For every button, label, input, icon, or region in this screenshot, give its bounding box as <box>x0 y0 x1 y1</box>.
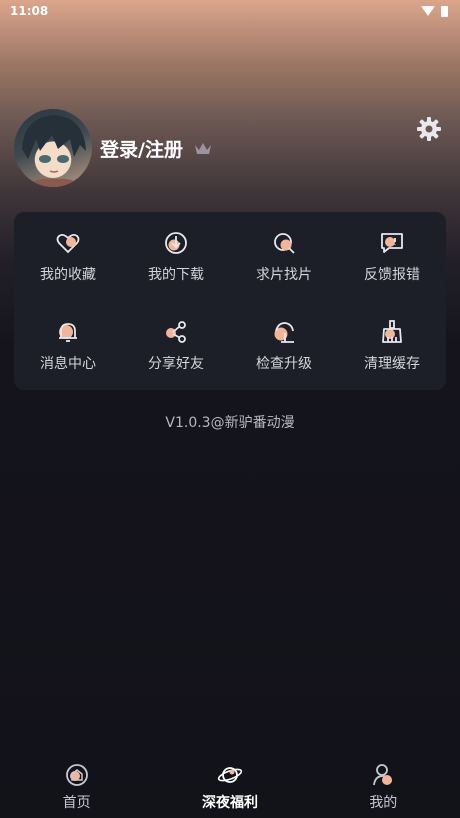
search-film-icon <box>274 232 295 254</box>
menu-label: 清理缓存 <box>364 355 420 372</box>
profile-icon <box>373 764 393 786</box>
download-icon <box>165 231 187 254</box>
home-icon <box>65 764 88 786</box>
menu-label: 检查升级 <box>256 355 312 372</box>
version-text: V1.0.3@新驴番动漫 <box>165 415 295 431</box>
nav-label-late-night: 深夜福利 <box>201 795 258 811</box>
menu-item-share[interactable]: 分享好友 <box>122 301 230 390</box>
menu-label: 求片找片 <box>256 266 312 283</box>
crown-icon <box>194 143 211 154</box>
menu-item-feedback[interactable]: 反馈报错 <box>338 212 446 301</box>
status-bar: 11:08 <box>0 0 460 22</box>
nav-label-mine: 我的 <box>369 795 398 811</box>
menu-item-request-film[interactable]: 求片找片 <box>230 212 338 301</box>
menu-item-favorites[interactable]: 我的收藏 <box>14 212 122 301</box>
avatar[interactable] <box>14 109 92 187</box>
nav-tab-late-night[interactable]: 深夜福利 <box>170 762 290 812</box>
heart-icon <box>56 233 80 253</box>
status-icons <box>421 5 448 17</box>
battery-icon <box>441 5 448 17</box>
nav-tab-home[interactable]: 首页 <box>17 762 137 812</box>
broom-icon <box>382 319 402 343</box>
nav-label-home: 首页 <box>62 795 91 811</box>
status-time: 11:08 <box>10 4 49 18</box>
planet-icon <box>217 767 243 783</box>
menu-item-messages[interactable]: 消息中心 <box>14 301 122 390</box>
nav-tab-mine[interactable]: 我的 <box>323 762 443 812</box>
menu-label: 反馈报错 <box>364 266 420 283</box>
menu-item-clear-cache[interactable]: 清理缓存 <box>338 301 446 390</box>
menu-card: 我的收藏 我的下载 求片找片 反馈报错 消息中心 分享好友 检查升级 清理缓存 <box>14 212 446 390</box>
gear-icon[interactable] <box>416 116 442 142</box>
feedback-icon <box>381 232 403 253</box>
login-register-link[interactable]: 登录/注册 <box>100 135 183 162</box>
profile-header: 登录/注册 <box>14 108 446 188</box>
wifi-icon <box>421 6 435 16</box>
menu-label: 我的下载 <box>148 266 204 283</box>
bell-icon <box>59 322 77 342</box>
bottom-nav: 首页 深夜福利 我的 <box>0 756 460 818</box>
menu-label: 分享好友 <box>148 355 204 372</box>
menu-label: 消息中心 <box>40 355 96 372</box>
menu-label: 我的收藏 <box>40 266 96 283</box>
menu-item-downloads[interactable]: 我的下载 <box>122 212 230 301</box>
upgrade-icon <box>274 321 294 343</box>
share-icon <box>166 320 186 343</box>
menu-item-check-update[interactable]: 检查升级 <box>230 301 338 390</box>
